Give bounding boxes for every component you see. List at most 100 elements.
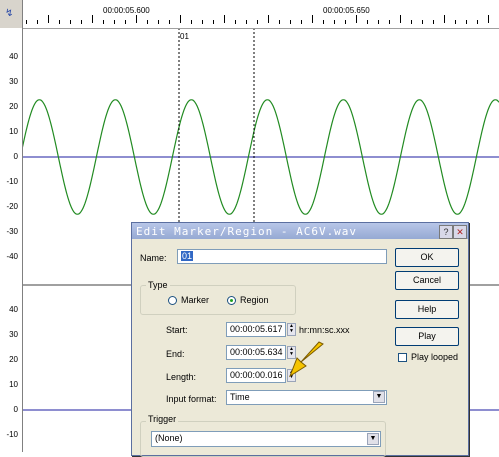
ruler-tick — [433, 20, 434, 24]
ruler-tick — [400, 15, 401, 23]
radio-region[interactable] — [227, 296, 236, 305]
marker-label: 01 — [180, 32, 189, 41]
trigger-chevron-down-icon[interactable]: ▼ — [367, 433, 379, 445]
ruler-tick — [444, 15, 445, 23]
ruler-tick — [147, 20, 148, 24]
length-label: Length: — [166, 372, 197, 382]
axis-label-top: -10 — [6, 176, 18, 186]
time-label-1: 00:00:05.600 — [103, 6, 150, 15]
name-field[interactable]: 01 — [177, 249, 387, 264]
end-label: End: — [166, 349, 185, 359]
end-value: 00:00:05.634 — [230, 347, 283, 357]
ruler-tick — [389, 20, 390, 24]
start-field[interactable]: 00:00:05.617 — [226, 322, 286, 337]
start-value: 00:00:05.617 — [230, 324, 283, 334]
axis-label-top: 40 — [9, 52, 18, 62]
help-question-icon[interactable]: ? — [439, 225, 453, 239]
input-format-label: Input format: — [166, 394, 217, 404]
axis-label-bottom: -10 — [6, 430, 18, 439]
trigger-group-label: Trigger — [146, 414, 179, 424]
input-format-select[interactable]: Time — [226, 390, 387, 405]
ruler-tick — [169, 20, 170, 24]
ruler-tick — [26, 20, 27, 24]
ruler-tick — [48, 15, 49, 23]
ruler-tick — [235, 20, 236, 24]
radio-marker-label[interactable]: Marker — [181, 295, 209, 305]
ruler-tick — [114, 20, 115, 24]
axis-label-bottom: 30 — [9, 330, 18, 339]
ruler-tick — [59, 20, 60, 24]
dialog-title: Edit Marker/Region - AC6V.wav — [136, 225, 358, 238]
type-group-label: Type — [146, 280, 170, 290]
ruler-tick — [279, 20, 280, 24]
trigger-select[interactable]: (None) — [151, 431, 381, 447]
axis-label-top: 20 — [9, 102, 18, 112]
ruler-tick — [202, 20, 203, 24]
ruler-tick — [81, 20, 82, 24]
length-value: 00:00:00.016 — [230, 370, 283, 380]
ok-button[interactable]: OK — [395, 248, 459, 267]
axis-label-top: 10 — [9, 127, 18, 137]
play-looped-checkbox[interactable] — [398, 353, 407, 362]
ruler-tick — [158, 20, 159, 24]
ruler-tick — [37, 20, 38, 24]
ruler-tick — [378, 20, 379, 24]
timeline-ruler[interactable]: ↯ 00:00:05.600 00:00:05.650 — [0, 0, 499, 29]
name-value: 01 — [181, 251, 194, 261]
annotation-arrow — [288, 341, 324, 378]
ruler-tick — [224, 15, 225, 23]
ruler-tick — [323, 20, 324, 24]
axis-label-bottom: 0 — [13, 405, 18, 414]
trigger-value: (None) — [155, 433, 183, 443]
ruler-tick — [422, 20, 423, 24]
end-field[interactable]: 00:00:05.634 — [226, 345, 286, 360]
ruler-tick — [290, 20, 291, 24]
ruler-tick — [213, 20, 214, 24]
ruler-tick — [477, 20, 478, 24]
axis-label-top: -20 — [6, 201, 18, 211]
time-label-2: 00:00:05.650 — [323, 6, 370, 15]
axis-label-bottom: 10 — [9, 380, 18, 389]
ruler-tick — [411, 20, 412, 24]
ruler-tick — [103, 20, 104, 24]
ruler-tick — [180, 15, 181, 23]
ruler-tick — [356, 15, 357, 23]
ruler-tick — [257, 20, 258, 24]
play-button[interactable]: Play — [395, 327, 459, 346]
close-icon[interactable]: ✕ — [453, 225, 467, 239]
dialog-titlebar[interactable]: Edit Marker/Region - AC6V.wav ? ✕ — [132, 223, 468, 239]
play-looped-label[interactable]: Play looped — [411, 352, 458, 362]
ruler-tick — [125, 20, 126, 24]
axis-label-bottom: 20 — [9, 355, 18, 364]
ruler-tick — [268, 15, 269, 23]
chevron-down-icon[interactable]: ▼ — [373, 391, 385, 403]
axis-label-top: -40 — [6, 251, 18, 261]
ruler-tick — [488, 15, 489, 23]
start-label: Start: — [166, 325, 188, 335]
name-label: Name: — [140, 253, 167, 263]
ruler-tick — [455, 20, 456, 24]
axis-label-top: 30 — [9, 77, 18, 87]
start-spinner[interactable]: ▲ ▼ — [287, 323, 296, 336]
cancel-button[interactable]: Cancel — [395, 271, 459, 290]
ruler-tick — [191, 20, 192, 24]
axis-label-top: -30 — [6, 226, 18, 236]
radio-region-label[interactable]: Region — [240, 295, 269, 305]
ruler-corner[interactable]: ↯ — [0, 0, 23, 28]
ruler-tick — [345, 20, 346, 24]
ruler-tick — [301, 20, 302, 24]
cursor-icon[interactable]: ↯ — [5, 8, 13, 19]
ruler-tick — [92, 15, 93, 23]
ruler-tick — [70, 20, 71, 24]
input-format-value: Time — [230, 392, 250, 402]
axis-label-top: 0 — [13, 152, 18, 161]
edit-marker-dialog: Edit Marker/Region - AC6V.wav ? ✕ Name: … — [131, 222, 469, 457]
length-field[interactable]: 00:00:00.016 — [226, 368, 286, 383]
ruler-tick — [466, 20, 467, 24]
ruler-tick — [312, 15, 313, 23]
ruler-tick — [246, 20, 247, 24]
time-format-hint: hr:mn:sc.xxx — [299, 325, 350, 335]
ruler-tick — [334, 20, 335, 24]
help-button[interactable]: Help — [395, 300, 459, 319]
radio-marker[interactable] — [168, 296, 177, 305]
